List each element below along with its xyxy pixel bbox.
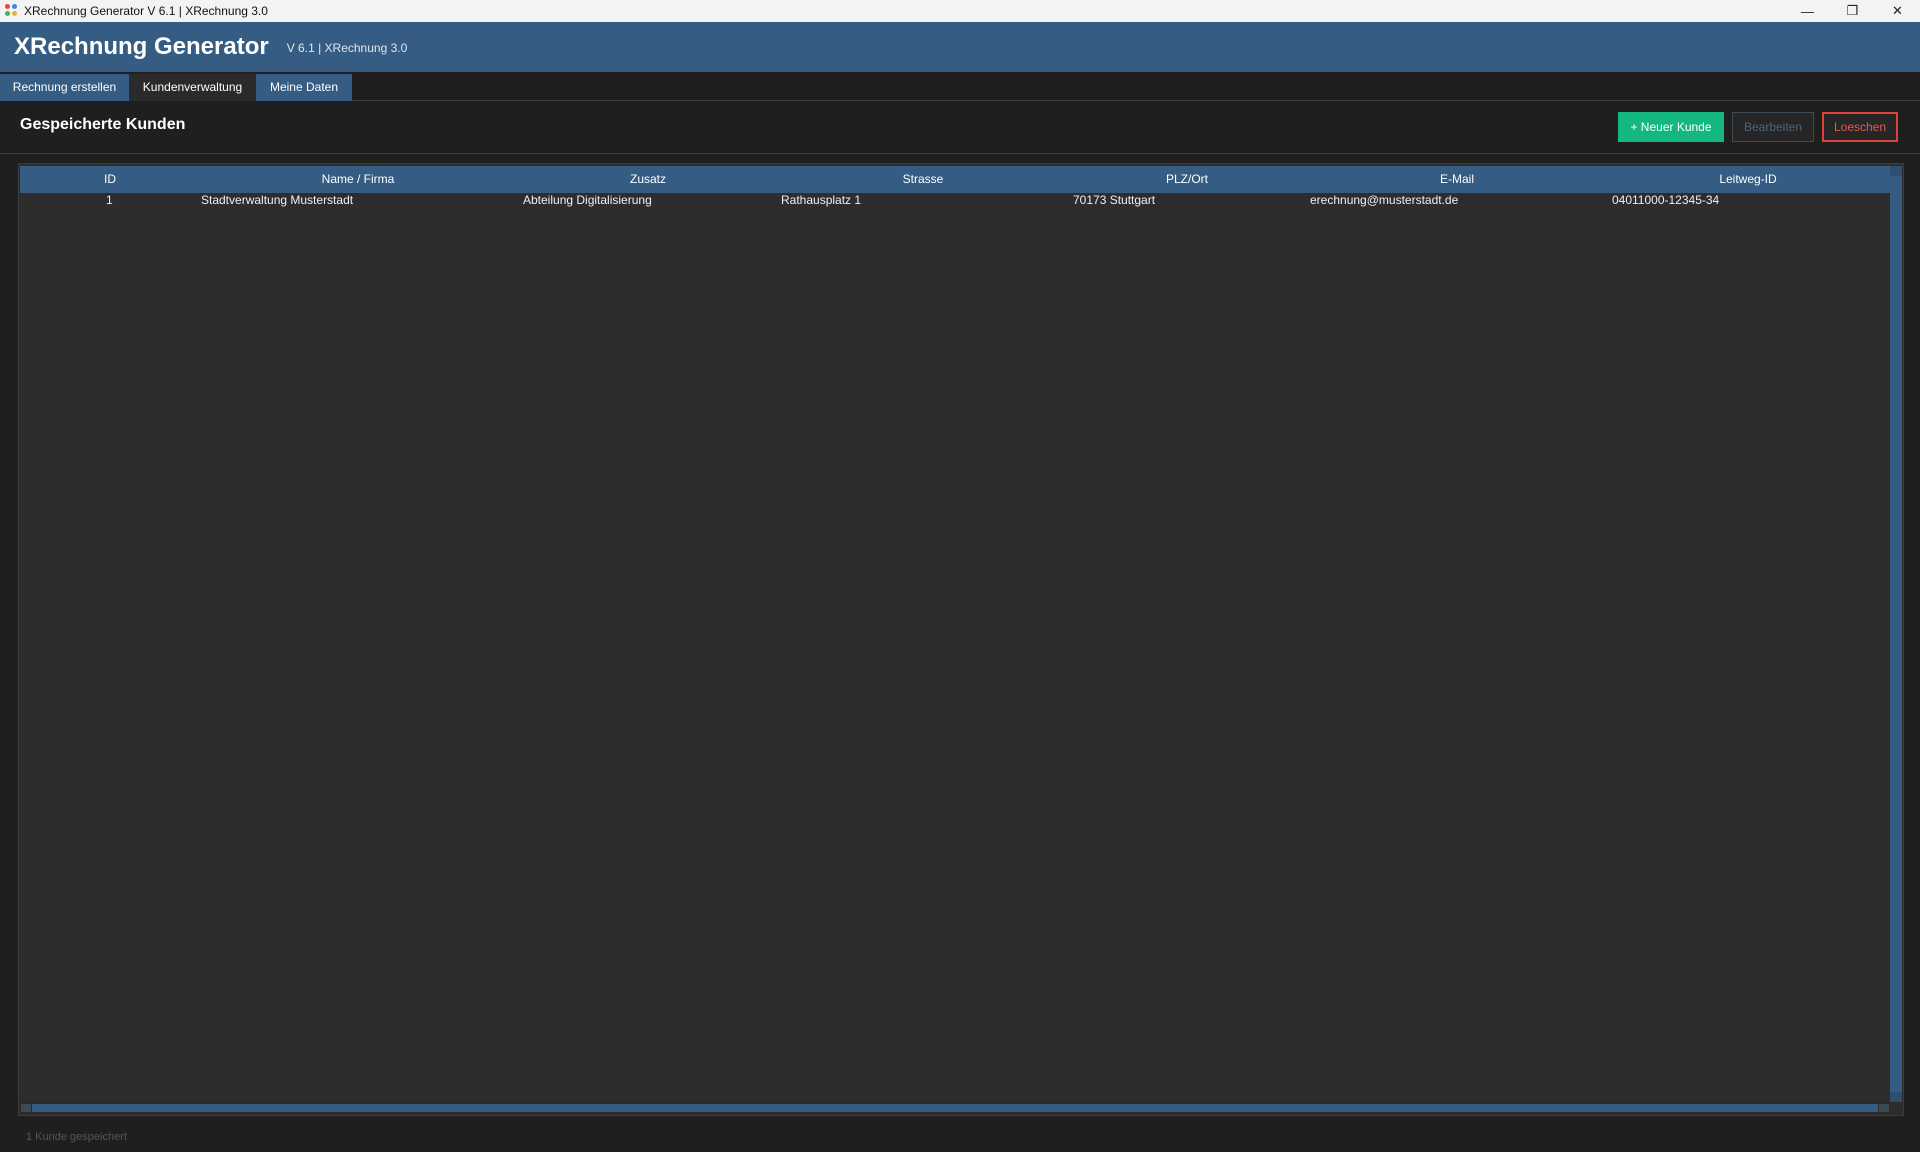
app-icon bbox=[5, 4, 19, 18]
vertical-scrollbar[interactable] bbox=[1890, 166, 1902, 1102]
restore-icon[interactable]: ❐ bbox=[1830, 0, 1875, 22]
column-header-email[interactable]: E-Mail bbox=[1440, 166, 1474, 193]
tab-bar: Rechnung erstellen Kundenverwaltung Mein… bbox=[0, 72, 1920, 101]
minimize-icon[interactable]: — bbox=[1785, 0, 1830, 22]
edit-button[interactable]: Bearbeiten bbox=[1732, 112, 1814, 142]
column-header-strasse[interactable]: Strasse bbox=[903, 166, 944, 193]
tab-rechnung-erstellen[interactable]: Rechnung erstellen bbox=[0, 74, 129, 101]
page-title: Gespeicherte Kunden bbox=[20, 116, 186, 133]
column-header-zusatz[interactable]: Zusatz bbox=[630, 166, 666, 193]
column-header-name[interactable]: Name / Firma bbox=[322, 166, 395, 193]
window-titlebar: XRechnung Generator V 6.1 | XRechnung 3.… bbox=[0, 0, 1920, 22]
window-title: XRechnung Generator V 6.1 | XRechnung 3.… bbox=[24, 4, 268, 18]
delete-button[interactable]: Loeschen bbox=[1822, 112, 1898, 142]
column-header-leitweg-id[interactable]: Leitweg-ID bbox=[1719, 166, 1776, 193]
column-header-id[interactable]: ID bbox=[104, 166, 116, 193]
cell-plz-ort: 70173 Stuttgart bbox=[1073, 193, 1156, 207]
cell-email: erechnung@musterstadt.de bbox=[1310, 193, 1459, 207]
cell-leitweg-id: 04011000-12345-34 bbox=[1612, 193, 1720, 207]
tab-kundenverwaltung[interactable]: Kundenverwaltung bbox=[129, 74, 256, 101]
tab-meine-daten[interactable]: Meine Daten bbox=[256, 74, 352, 101]
app-header: XRechnung Generator V 6.1 | XRechnung 3.… bbox=[0, 22, 1920, 72]
scroll-up-icon[interactable] bbox=[1890, 166, 1902, 176]
horizontal-scrollbar[interactable] bbox=[20, 1102, 1890, 1114]
horizontal-scrollbar-thumb[interactable] bbox=[32, 1104, 1878, 1112]
customer-table[interactable]: ID Name / Firma Zusatz Strasse PLZ/Ort E… bbox=[18, 163, 1904, 1116]
close-icon[interactable]: ✕ bbox=[1875, 0, 1920, 22]
status-text: 1 Kunde gespeichert bbox=[26, 1131, 127, 1143]
divider bbox=[0, 153, 1920, 154]
table-header: ID Name / Firma Zusatz Strasse PLZ/Ort E… bbox=[20, 166, 1890, 193]
scroll-down-icon[interactable] bbox=[1890, 1092, 1902, 1102]
version-label: V 6.1 | XRechnung 3.0 bbox=[286, 41, 408, 55]
cell-strasse: Rathausplatz 1 bbox=[781, 193, 862, 207]
column-header-plz-ort[interactable]: PLZ/Ort bbox=[1166, 166, 1208, 193]
table-row[interactable]: 1 Stadtverwaltung Musterstadt Abteilung … bbox=[20, 193, 1890, 211]
scroll-left-icon[interactable] bbox=[21, 1104, 31, 1112]
cell-name: Stadtverwaltung Musterstadt bbox=[201, 193, 354, 207]
cell-id: 1 bbox=[106, 193, 113, 207]
app-name: XRechnung Generator bbox=[14, 33, 269, 60]
new-customer-button[interactable]: + Neuer Kunde bbox=[1618, 112, 1724, 142]
cell-zusatz: Abteilung Digitalisierung bbox=[523, 193, 652, 207]
scroll-right-icon[interactable] bbox=[1879, 1104, 1889, 1112]
